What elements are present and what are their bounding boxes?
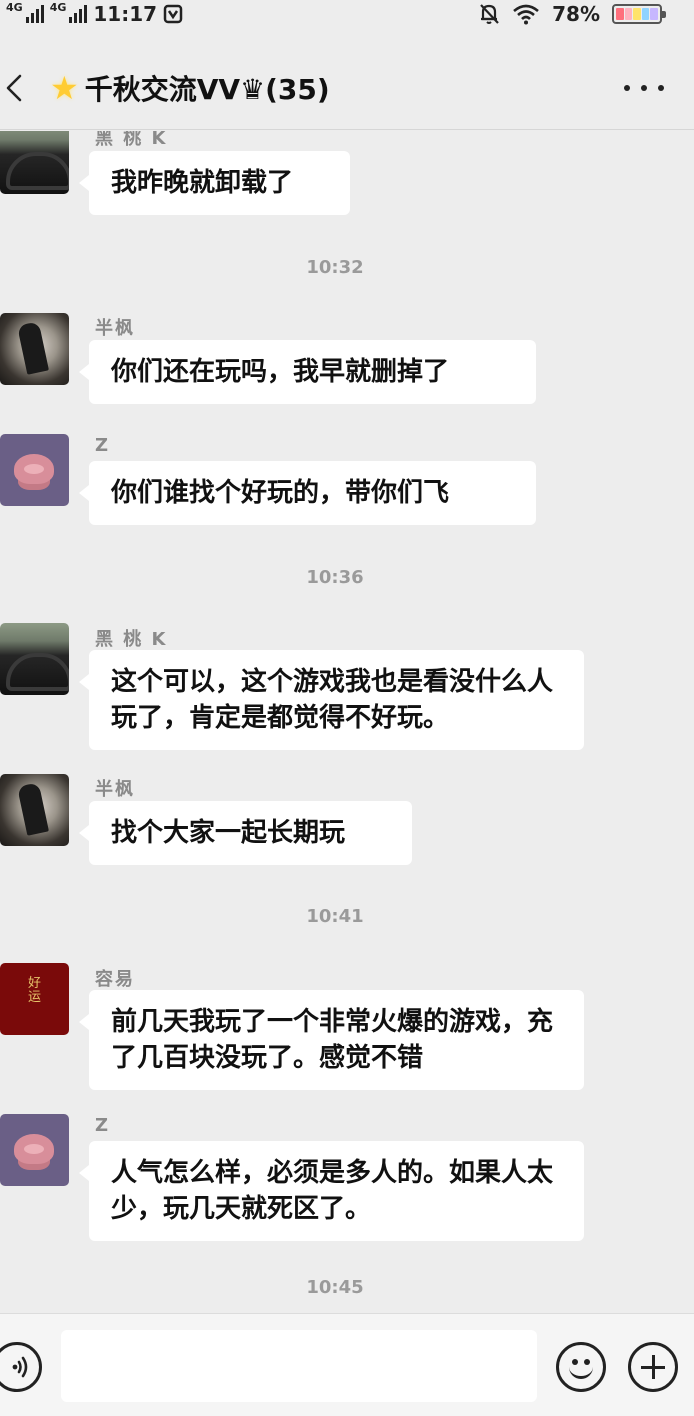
avatar[interactable] — [0, 313, 69, 385]
sender-name: 容易 — [95, 969, 135, 990]
battery-percent: 78% — [552, 2, 600, 26]
battery-icon — [612, 4, 666, 24]
timestamp: 10:41 — [306, 906, 364, 927]
message-bubble[interactable]: 这个可以，这个游戏我也是看没什么人玩了，肯定是都觉得不好玩。 — [79, 650, 584, 750]
network-type: 4G — [6, 1, 23, 14]
voice-icon[interactable] — [0, 1342, 42, 1392]
sender-name: Z — [95, 1115, 111, 1136]
message-input[interactable] — [61, 1330, 537, 1402]
more-dots-icon[interactable] — [624, 78, 664, 98]
notification-icon — [163, 4, 183, 24]
sender-name: 黑 桃 K — [95, 629, 168, 650]
sender-name: 半枫 — [95, 318, 135, 339]
chevron-left-icon[interactable] — [2, 68, 28, 108]
battery-segment — [641, 8, 650, 20]
sender-name: 黑 桃 K — [95, 131, 168, 149]
timestamp: 10:32 — [306, 257, 364, 278]
avatar[interactable] — [0, 774, 69, 846]
status-right: 78% — [478, 2, 666, 26]
input-bar — [0, 1313, 694, 1416]
signal-icon: 4G — [50, 1, 88, 23]
group-name: 千秋交流VV♛(35) — [84, 73, 330, 106]
chat-header: ★ 千秋交流VV♛(35) — [0, 40, 694, 130]
avatar[interactable] — [0, 1114, 69, 1186]
message-list[interactable]: 黑 桃 K 我昨晚就卸载了 10:32 半枫 你们还在玩吗，我早就删掉了 Z 你… — [0, 131, 694, 1313]
timestamp: 10:45 — [306, 1277, 364, 1298]
avatar-text: 好 — [27, 976, 41, 991]
message-bubble[interactable]: 人气怎么样，必须是多人的。如果人太少，玩几天就死区了。 — [79, 1141, 584, 1241]
message-bubble[interactable]: 你们还在玩吗，我早就删掉了 — [79, 340, 536, 404]
battery-segment — [633, 8, 641, 20]
sender-name: Z — [95, 435, 111, 456]
avatar[interactable] — [0, 131, 69, 194]
emoji-icon[interactable] — [556, 1342, 606, 1392]
avatar[interactable]: 好 运 — [0, 963, 69, 1035]
wifi-icon — [513, 4, 539, 25]
status-left: 4G 4G 11:17 — [6, 1, 183, 26]
avatar-text: 运 — [27, 990, 41, 1005]
message-bubble[interactable]: 前几天我玩了一个非常火爆的游戏，充了几百块没玩了。感觉不错 — [79, 990, 584, 1090]
sender-name: 半枫 — [95, 779, 135, 800]
star-icon: ★ — [50, 69, 79, 107]
plus-icon[interactable] — [628, 1342, 678, 1392]
battery-segment — [624, 8, 633, 20]
status-bar: 4G 4G 11:17 78% — [0, 0, 694, 30]
battery-segment — [616, 8, 624, 20]
message-bubble[interactable]: 找个大家一起长期玩 — [79, 801, 412, 865]
message-bubble[interactable]: 我昨晚就卸载了 — [79, 151, 350, 215]
mute-icon — [480, 4, 499, 24]
battery-segment — [650, 8, 658, 20]
message-bubble[interactable]: 你们谁找个好玩的，带你们飞 — [79, 461, 536, 525]
avatar[interactable] — [0, 434, 69, 506]
timestamp: 10:36 — [306, 567, 364, 588]
network-type: 4G — [49, 1, 67, 14]
avatar[interactable] — [0, 623, 69, 695]
clock: 11:17 — [93, 2, 158, 26]
page-title[interactable]: ★ 千秋交流VV♛(35) — [50, 66, 330, 110]
signal-icon: 4G — [6, 1, 44, 23]
